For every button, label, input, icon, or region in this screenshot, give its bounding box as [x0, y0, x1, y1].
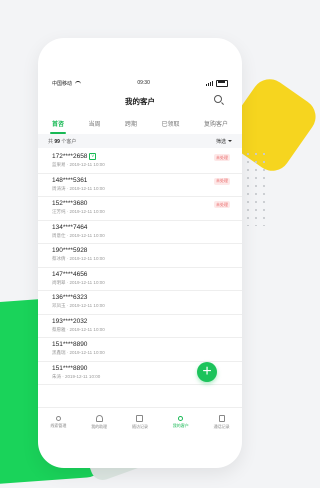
person-icon	[55, 415, 61, 421]
tabbar-item-assistant[interactable]: 我的助理	[91, 414, 107, 430]
customer-date: 2019-12-11 10:00	[69, 350, 105, 355]
customer-name: 蔡冰倩	[52, 256, 66, 261]
customer-row[interactable]: 152****3680 汪芳纯 · 2019-12-11 10:00 未处理	[38, 197, 242, 221]
customer-name: 尚明翠	[52, 279, 66, 285]
filter-button[interactable]: 筛选	[216, 138, 232, 145]
verified-badge: V	[89, 153, 96, 160]
customer-row[interactable]: 172****2658 V 蓝果易 · 2019-12-11 10:00 未处理	[38, 150, 242, 174]
customer-icon	[178, 415, 184, 421]
customer-date: 2019-12-11 10:00	[69, 162, 105, 167]
customer-row[interactable]: 134****7464 周意仕 · 2019-12-11 10:00	[38, 221, 242, 244]
people-icon	[95, 414, 103, 422]
customer-date: 2019-12-11 10:00	[69, 256, 105, 261]
clock: 09:30	[137, 80, 150, 86]
customer-phone: 190****5928	[52, 247, 88, 254]
customer-row[interactable]: 147****4656 尚明翠 · 2019-12-11 10:00	[38, 268, 242, 291]
customer-phone: 136****6323	[52, 294, 88, 301]
tab-first-inquiry[interactable]: 首咨	[48, 117, 68, 134]
customer-date: 2019-12-11 10:00	[65, 373, 101, 379]
customer-name: 汪芳纯	[52, 209, 66, 214]
customer-date: 2019-12-11 10:00	[69, 209, 105, 214]
customer-name: 蓝果易	[52, 162, 66, 167]
page-title: 我的客户	[125, 96, 155, 106]
status-badge: 未处理	[214, 154, 230, 161]
tabbar-item-leads[interactable]: 线索管理	[50, 415, 66, 429]
nav-bar: 我的客户	[38, 90, 242, 112]
customer-row[interactable]: 148****5361 周涛涛 · 2019-12-11 10:00 未处理	[38, 174, 242, 197]
customer-name: 邓凤玉	[52, 303, 66, 308]
customer-phone: 134****7464	[52, 223, 88, 231]
filter-bar: 共 99 个客户 筛选	[38, 134, 242, 148]
customer-row[interactable]: 151****8890 黑鑫瑞 · 2019-12-11 10:00	[38, 338, 242, 362]
tab-claimed[interactable]: 已领取	[157, 117, 183, 130]
customer-row[interactable]: 190****5928 蔡冰倩 · 2019-12-11 10:00	[38, 244, 242, 268]
customer-phone: 151****8890	[52, 364, 88, 372]
wifi-icon	[75, 80, 82, 86]
tabbar-item-calls[interactable]: 通话记录	[214, 414, 230, 430]
customer-phone: 172****2658	[52, 153, 88, 160]
customer-phone: 148****5361	[52, 176, 88, 184]
app-screen: 中国移动 09:30 我的客户 首咨 当周 跨期 已领取 复购客户 共 99 个…	[38, 38, 242, 468]
battery-icon	[216, 79, 228, 87]
customer-date: 2019-12-11 10:00	[69, 232, 105, 238]
customer-list: 172****2658 V 蓝果易 · 2019-12-11 10:00 未处理…	[38, 150, 242, 385]
customer-name: 蔡愿雅	[52, 326, 66, 332]
calendar-icon	[136, 414, 144, 422]
chevron-down-icon	[228, 140, 232, 142]
add-customer-button[interactable]: +	[197, 362, 217, 382]
tabbar-item-customers[interactable]: 我的客户	[173, 415, 189, 429]
phone-icon	[218, 414, 225, 422]
customer-date: 2019-12-11 10:00	[69, 185, 105, 191]
customer-row[interactable]: 193****2032 蔡愿雅 · 2019-12-11 10:00	[38, 315, 242, 338]
status-bar: 中国移动 09:30	[52, 78, 228, 88]
customer-date: 2019-12-11 10:00	[69, 279, 105, 285]
search-icon[interactable]	[214, 95, 222, 103]
signal-icon	[206, 81, 213, 86]
customer-name: 周意仕	[52, 232, 66, 238]
customer-name: 周涛涛	[52, 185, 66, 191]
customer-date: 2019-12-11 10:00	[69, 326, 105, 332]
customer-row[interactable]: 136****6323 邓凤玉 · 2019-12-11 10:00	[38, 291, 242, 315]
tab-cross-period[interactable]: 跨期	[121, 117, 141, 130]
status-badge: 未处理	[214, 177, 230, 185]
customer-name: 黑鑫瑞	[52, 350, 66, 355]
customer-tabs: 首咨 当周 跨期 已领取 复购客户	[48, 114, 232, 134]
tabbar-item-followup[interactable]: 随访记录	[132, 414, 148, 430]
customer-phone: 193****2032	[52, 317, 88, 325]
customer-date: 2019-12-11 10:00	[69, 303, 105, 308]
tab-this-week[interactable]: 当周	[84, 117, 104, 130]
customer-phone: 151****8890	[52, 341, 88, 348]
tab-repurchase[interactable]: 复购客户	[200, 117, 232, 130]
customer-count: 共 99 个客户	[48, 138, 77, 145]
customer-name: 朱涛	[52, 373, 61, 379]
customer-phone: 152****3680	[52, 200, 88, 207]
status-badge: 未处理	[214, 201, 230, 208]
customer-phone: 147****4656	[52, 270, 88, 278]
bottom-tab-bar: 线索管理 我的助理 随访记录 我的客户 通话记录	[38, 407, 242, 436]
carrier-label: 中国移动	[52, 80, 73, 87]
phone-frame: 中国移动 09:30 我的客户 首咨 当周 跨期 已领取 复购客户 共 99 个…	[38, 38, 242, 468]
